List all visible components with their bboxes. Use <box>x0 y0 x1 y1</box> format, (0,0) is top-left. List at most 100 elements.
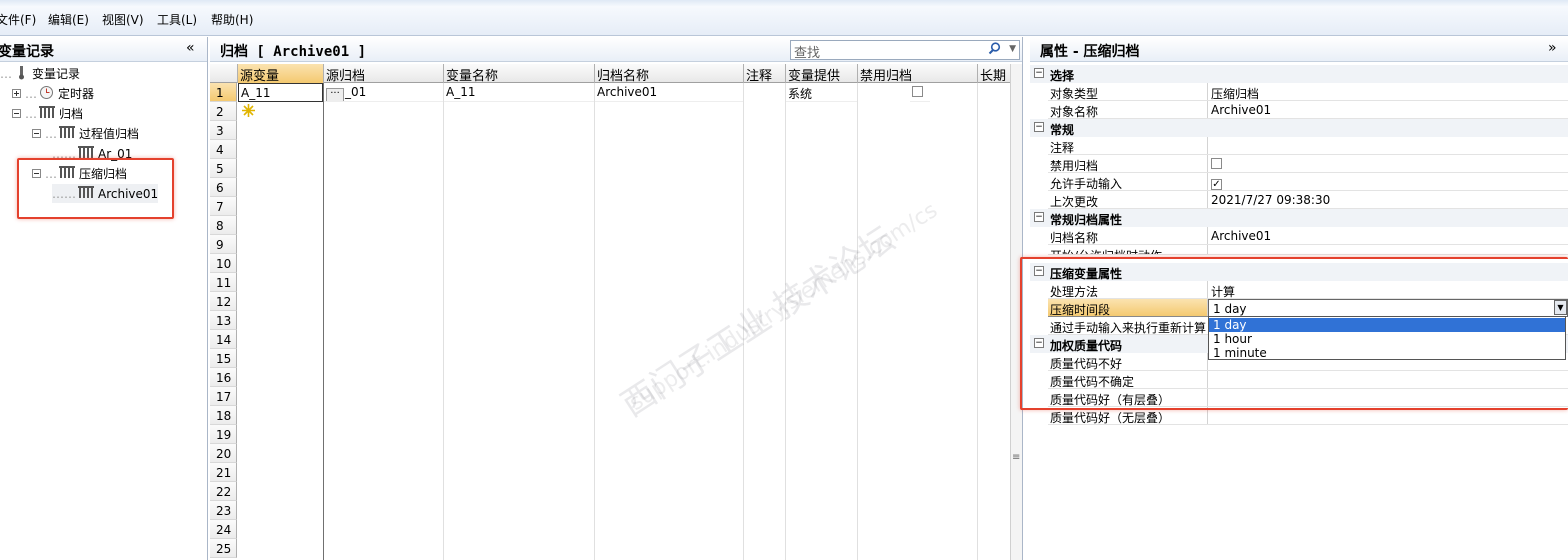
row-number[interactable]: 13 <box>210 311 237 330</box>
row-number[interactable]: 17 <box>210 387 237 406</box>
table-title: 归档 [ Archive01 ] <box>220 44 367 60</box>
menu-edit[interactable]: 编辑(E) <box>48 11 89 28</box>
tree-item-tag-logging[interactable]: … 变量记录 <box>0 64 80 83</box>
checkbox-allow-manual[interactable]: ✓ <box>1211 179 1222 190</box>
row-number[interactable]: 24 <box>210 520 237 539</box>
row-number[interactable]: 6 <box>210 178 237 197</box>
row-number[interactable]: 15 <box>210 349 237 368</box>
prop-start-action[interactable]: 开始/允许归档时动作 <box>1048 245 1568 255</box>
prop-value[interactable]: Archive01 <box>1211 101 1271 118</box>
properties-header: 属性 - 压缩归档 » <box>1030 37 1568 62</box>
column-divider <box>857 83 858 560</box>
menu-help[interactable]: 帮助(H) <box>211 11 253 28</box>
section-collapse-icon[interactable]: − <box>1034 68 1044 78</box>
column-divider <box>443 83 444 560</box>
prop-allow-manual[interactable]: 允许手动输入 ✓ <box>1048 173 1568 191</box>
new-row-icon[interactable] <box>242 104 255 120</box>
row-number[interactable]: 11 <box>210 273 237 292</box>
section-general[interactable]: − 常规 <box>1030 119 1568 137</box>
section-collapse-icon[interactable]: − <box>1034 212 1044 222</box>
collapse-minus-icon[interactable] <box>32 127 41 141</box>
row-number[interactable]: 21 <box>210 463 237 482</box>
thermometer-icon <box>16 65 28 83</box>
prop-key: 归档名称 <box>1048 227 1208 244</box>
cell-source-archive[interactable]: ··· _01 <box>324 83 443 102</box>
prop-object-type[interactable]: 对象类型 压缩归档 <box>1048 83 1568 101</box>
row-number[interactable]: 12 <box>210 292 237 311</box>
row-number[interactable]: 2 <box>210 102 237 121</box>
row-number[interactable]: 16 <box>210 368 237 387</box>
cell-archive-name[interactable]: Archive01 <box>595 83 743 102</box>
row-number[interactable]: 1 <box>210 83 237 102</box>
checkbox-disable-archive[interactable] <box>912 86 923 97</box>
section-select[interactable]: − 选择 <box>1030 65 1568 83</box>
column-comment[interactable]: 注释 <box>744 64 786 83</box>
column-source-var[interactable]: 源变量 <box>238 64 324 83</box>
prop-key: 对象类型 <box>1048 83 1208 100</box>
expand-button[interactable]: » <box>1548 40 1557 56</box>
menu-tools[interactable]: 工具(L) <box>157 11 197 28</box>
menu-bar: 文件(F) 编辑(E) 视图(V) 工具(L) 帮助(H) <box>0 0 1568 36</box>
prop-comment[interactable]: 注释 <box>1048 137 1568 155</box>
column-divider <box>323 83 324 560</box>
prop-disable-archive[interactable]: 禁用归档 <box>1048 155 1568 173</box>
section-collapse-icon[interactable]: − <box>1034 122 1044 132</box>
browse-button[interactable]: ··· <box>326 88 344 101</box>
section-archive-props[interactable]: − 常规归档属性 <box>1030 209 1568 227</box>
column-var-name[interactable]: 变量名称 <box>444 64 595 83</box>
tree-item-timer[interactable]: … 定时器 <box>12 84 94 103</box>
checkbox-disable[interactable] <box>1211 158 1222 169</box>
row-number[interactable]: 14 <box>210 330 237 349</box>
row-number[interactable]: 7 <box>210 197 237 216</box>
tree-item-label: 变量记录 <box>32 67 81 81</box>
prop-key: 对象名称 <box>1048 101 1208 118</box>
column-disable-archive[interactable]: 禁用归档 <box>858 64 978 83</box>
row-number[interactable]: 22 <box>210 482 237 501</box>
row-number[interactable]: 23 <box>210 501 237 520</box>
row-number[interactable]: 3 <box>210 121 237 140</box>
row-number[interactable]: 9 <box>210 235 237 254</box>
row-number[interactable]: 25 <box>210 539 237 558</box>
dropdown-arrow-icon[interactable]: ▼ <box>1009 44 1016 54</box>
row-number[interactable]: 18 <box>210 406 237 425</box>
row-number[interactable]: 19 <box>210 425 237 444</box>
tree-item-label: 定时器 <box>58 87 95 101</box>
cell-disable-archive[interactable] <box>910 83 930 102</box>
prop-object-name[interactable]: 对象名称 Archive01 <box>1048 101 1568 119</box>
cell-var-name[interactable]: A_11 <box>444 83 594 102</box>
collapse-minus-icon[interactable] <box>12 107 21 121</box>
column-long-term[interactable]: 长期 <box>978 64 1010 83</box>
navigation-header: 变量记录 « <box>0 37 207 62</box>
archive-icon <box>59 125 75 142</box>
cell-source-var[interactable]: A_11 <box>238 83 323 102</box>
title-strip <box>0 0 1568 6</box>
tree-item-archives[interactable]: … 归档 <box>12 104 83 123</box>
prop-value[interactable]: ✓ <box>1211 173 1222 190</box>
column-archive-name[interactable]: 归档名称 <box>595 64 744 83</box>
menu-view[interactable]: 视图(V) <box>102 11 144 28</box>
collapse-button[interactable]: « <box>186 40 195 56</box>
column-provider[interactable]: 变量提供 <box>786 64 858 83</box>
row-number[interactable]: 10 <box>210 254 237 273</box>
expand-plus-icon[interactable] <box>12 87 21 101</box>
prop-value[interactable]: 压缩归档 <box>1211 83 1259 101</box>
menu-file[interactable]: 文件(F) <box>0 11 36 28</box>
splitter-grip-icon[interactable]: ≡ <box>1012 452 1020 463</box>
prop-archive-name[interactable]: 归档名称 Archive01 <box>1048 227 1568 245</box>
prop-last-change[interactable]: 上次更改 2021/7/27 09:38:30 <box>1048 191 1568 209</box>
tree-item-process-archive[interactable]: … 过程值归档 <box>32 124 139 143</box>
row-number[interactable]: 20 <box>210 444 237 463</box>
search-icon[interactable] <box>988 42 1001 59</box>
row-number[interactable]: 5 <box>210 159 237 178</box>
cell-provider[interactable]: 系统 <box>786 83 857 102</box>
prop-value[interactable] <box>1211 155 1222 172</box>
row-number[interactable]: 4 <box>210 140 237 159</box>
highlight-box-tree <box>17 158 174 219</box>
search-input[interactable]: 查找 ▼ <box>790 40 1020 61</box>
row-number[interactable]: 8 <box>210 216 237 235</box>
prop-key: 注释 <box>1048 137 1208 154</box>
highlight-box-properties <box>1020 257 1568 410</box>
cell-source-archive-text: _01 <box>345 85 367 99</box>
prop-value[interactable]: Archive01 <box>1211 227 1271 244</box>
column-source-archive[interactable]: 源归档 <box>324 64 444 83</box>
